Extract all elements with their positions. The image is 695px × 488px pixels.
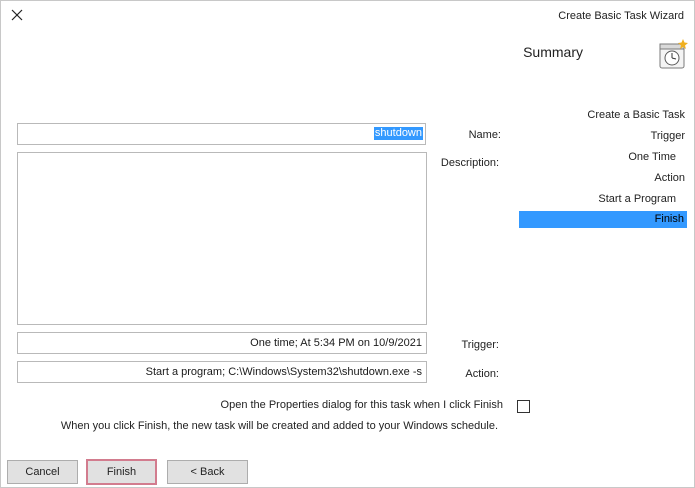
page-title: Summary — [523, 44, 583, 60]
open-properties-checkbox[interactable] — [517, 400, 530, 413]
wizard-window: Create Basic Task Wizard Summary Create … — [0, 0, 695, 488]
name-value: shutdown — [373, 127, 423, 140]
back-button[interactable]: < Back — [167, 460, 248, 484]
open-properties-label[interactable]: Open the Properties dialog for this task… — [221, 399, 503, 411]
name-field[interactable]: shutdown — [17, 123, 426, 145]
task-clock-icon — [658, 38, 688, 70]
nav-item-action: Action — [654, 172, 685, 184]
nav-item-create-basic-task: Create a Basic Task — [587, 109, 685, 121]
description-field[interactable] — [17, 152, 427, 325]
nav-item-trigger: Trigger — [650, 130, 685, 142]
nav-item-start-program: Start a Program — [598, 193, 676, 205]
action-value: Start a program; C:\Windows\System32\shu… — [145, 366, 422, 378]
trigger-value: One time; At 5:34 PM on 10/9/2021 — [250, 337, 422, 349]
finish-info-text: When you click Finish, the new task will… — [60, 420, 498, 432]
window-title: Create Basic Task Wizard — [558, 10, 684, 22]
name-label: Name: — [468, 129, 501, 141]
description-label: Description: — [440, 157, 499, 169]
finish-button[interactable]: Finish — [86, 459, 157, 485]
action-field: Start a program; C:\Windows\System32\shu… — [17, 361, 427, 383]
close-icon[interactable] — [8, 6, 26, 24]
action-label: Action: — [465, 368, 499, 380]
nav-item-finish: Finish — [519, 211, 687, 228]
nav-item-finish-label: Finish — [654, 213, 684, 225]
trigger-label: Trigger: — [461, 339, 500, 351]
trigger-field: One time; At 5:34 PM on 10/9/2021 — [17, 332, 427, 354]
nav-item-one-time: One Time — [628, 151, 676, 163]
cancel-button[interactable]: Cancel — [7, 460, 78, 484]
